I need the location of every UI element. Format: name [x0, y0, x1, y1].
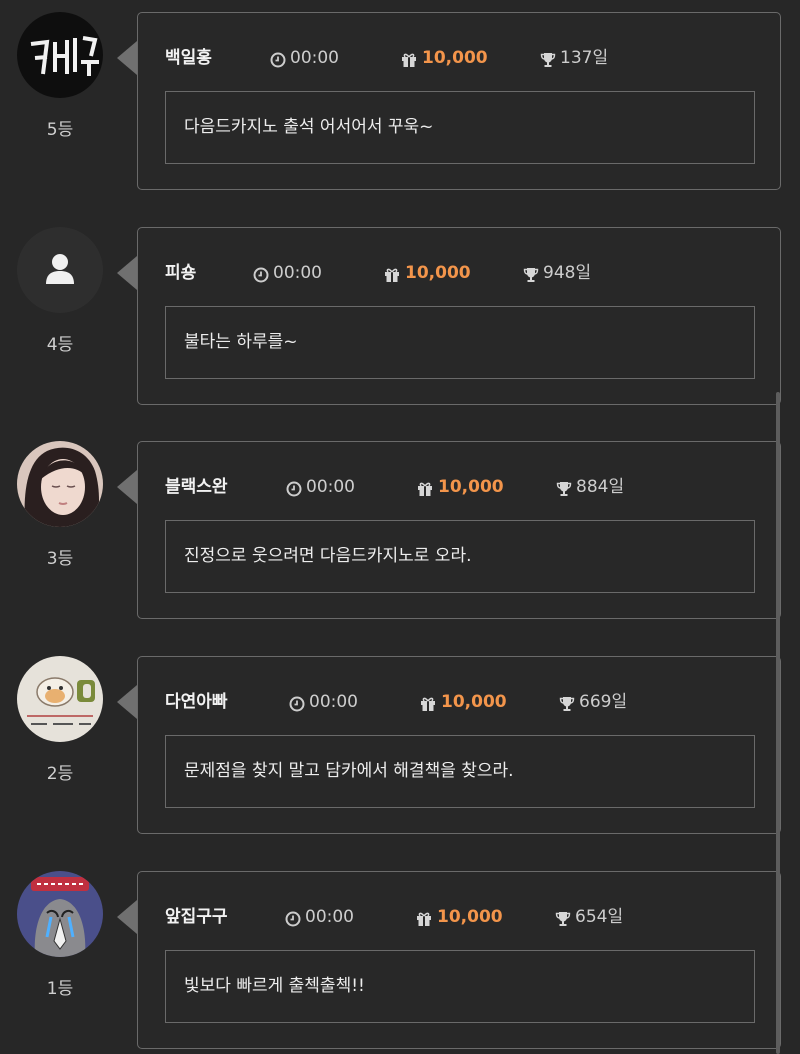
comment-message: 빛보다 빠르게 출첵출첵!!: [165, 950, 755, 1023]
points-reward: 10,000: [417, 474, 504, 500]
clock-icon: [289, 694, 305, 712]
gift-icon: [401, 50, 417, 67]
comment-message: 진정으로 웃으려면 다음드카지노로 오라.: [165, 520, 755, 593]
rank-label: 2등: [46, 764, 74, 784]
clock-icon: [270, 50, 286, 68]
comment-message: 다음드카지노 출석 어서어서 꾸욱~: [165, 91, 755, 164]
points-value: 10,000: [441, 692, 507, 712]
trophy-icon: [556, 479, 572, 496]
user-name[interactable]: 다연아빠: [165, 689, 228, 715]
attend-time: 00:00: [270, 45, 339, 71]
user-name[interactable]: 블랙스완: [165, 474, 228, 500]
comment-meta: 블랙스완 00:00 10,000 884일: [138, 474, 780, 500]
comment-meta: 백일홍 00:00 10,000 137일: [138, 45, 780, 71]
points-value: 10,000: [438, 477, 504, 497]
days-value: 654일: [575, 907, 624, 927]
rank-label: 3등: [46, 549, 74, 569]
comment-meta: 다연아빠 00:00 10,000 669일: [138, 689, 780, 715]
comment-card: 피숑 00:00 10,000 948일 불타는 하루를~: [137, 227, 781, 405]
attend-time: 00:00: [253, 260, 322, 286]
time-value: 00:00: [305, 907, 354, 927]
points-reward: 10,000: [401, 45, 488, 71]
comment-meta: 앞집구구 00:00 10,000 654일: [138, 904, 780, 930]
comment-card: 블랙스완 00:00 10,000 884일 진정으로 웃으려면 다음드카지노로…: [137, 441, 781, 619]
user-name[interactable]: 피숑: [165, 260, 196, 286]
trophy-icon: [540, 50, 556, 67]
card-pointer: [117, 900, 137, 934]
consecutive-days: 884일: [556, 474, 624, 500]
card-pointer: [117, 41, 137, 75]
gift-icon: [384, 265, 400, 282]
time-value: 00:00: [306, 477, 355, 497]
scrollbar[interactable]: [776, 392, 780, 1054]
comment-meta: 피숑 00:00 10,000 948일: [138, 260, 780, 286]
attend-time: 00:00: [289, 689, 358, 715]
points-reward: 10,000: [420, 689, 507, 715]
comment-message: 불타는 하루를~: [165, 306, 755, 379]
rank-label: 5등: [46, 120, 74, 140]
card-pointer: [117, 685, 137, 719]
days-value: 948일: [543, 263, 592, 283]
avatar[interactable]: [17, 441, 103, 527]
consecutive-days: 948일: [523, 260, 591, 286]
attendance-entry: 4등 피숑 00:00 10,000 948일 불타는 하루를~: [0, 227, 800, 407]
gift-icon: [416, 909, 432, 926]
consecutive-days: 654일: [555, 904, 623, 930]
user-name[interactable]: 백일홍: [165, 45, 212, 71]
trophy-icon: [559, 694, 575, 711]
comment-message: 문제점을 찾지 말고 담카에서 해결책을 찾으라.: [165, 735, 755, 808]
clock-icon: [253, 265, 269, 283]
clock-icon: [285, 909, 301, 927]
points-reward: 10,000: [416, 904, 503, 930]
comment-card: 앞집구구 00:00 10,000 654일 빛보다 빠르게 출첵출첵!!: [137, 871, 781, 1049]
comment-card: 백일홍 00:00 10,000 137일 다음드카지노 출석 어서어서 꾸욱~: [137, 12, 781, 190]
time-value: 00:00: [273, 263, 322, 283]
rank-label: 4등: [46, 335, 74, 355]
consecutive-days: 137일: [540, 45, 608, 71]
user-name[interactable]: 앞집구구: [165, 904, 228, 930]
card-pointer: [117, 256, 137, 290]
points-value: 10,000: [437, 907, 503, 927]
days-value: 137일: [560, 48, 609, 68]
card-pointer: [117, 470, 137, 504]
days-value: 669일: [579, 692, 628, 712]
attend-time: 00:00: [285, 904, 354, 930]
points-value: 10,000: [422, 48, 488, 68]
attend-time: 00:00: [286, 474, 355, 500]
clock-icon: [286, 479, 302, 497]
gift-icon: [420, 694, 436, 711]
avatar[interactable]: [17, 656, 103, 742]
consecutive-days: 669일: [559, 689, 627, 715]
comment-card: 다연아빠 00:00 10,000 669일 문제점을 찾지 말고 담카에서 해…: [137, 656, 781, 834]
points-value: 10,000: [405, 263, 471, 283]
time-value: 00:00: [290, 48, 339, 68]
avatar[interactable]: [17, 871, 103, 957]
avatar[interactable]: [17, 227, 103, 313]
attendance-entry: 2등 다연아빠 00:00 10,000 669일 문제점을 찾지 말고 담카에…: [0, 656, 800, 836]
gift-icon: [417, 479, 433, 496]
time-value: 00:00: [309, 692, 358, 712]
avatar[interactable]: [17, 12, 103, 98]
attendance-entry: 5등 백일홍 00:00 10,000 137일 다음드카지노 출석 어서어서 …: [0, 12, 800, 192]
days-value: 884일: [576, 477, 625, 497]
trophy-icon: [523, 265, 539, 282]
rank-label: 1등: [46, 979, 74, 999]
attendance-entry: 1등 앞집구구 00:00 10,000 654일 빛보다 빠르게 출첵출첵!!: [0, 871, 800, 1051]
trophy-icon: [555, 909, 571, 926]
points-reward: 10,000: [384, 260, 471, 286]
attendance-entry: 3등 블랙스완 00:00 10,000 884일 진정으로 웃으려면 다음드카…: [0, 441, 800, 621]
